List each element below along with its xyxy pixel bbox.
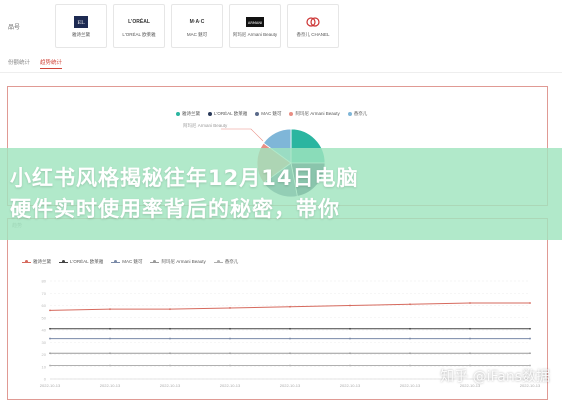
armani-logo-icon: ARMANI xyxy=(246,14,264,30)
y-tick-label: 40 xyxy=(42,328,47,333)
series-point[interactable] xyxy=(349,352,351,355)
x-tick-label: 2022-10-13 xyxy=(160,383,181,388)
y-tick-label: 30 xyxy=(42,340,47,345)
series-point[interactable] xyxy=(229,337,231,340)
series-point[interactable] xyxy=(109,308,111,311)
series-point[interactable] xyxy=(49,327,51,330)
series-point[interactable] xyxy=(409,352,411,355)
series-point[interactable] xyxy=(529,352,531,355)
brand-row: 品号 EL 雅诗兰黛 L'ORÉAL L'ORÉAL 欧莱雅 M·A·C MAC… xyxy=(0,0,562,52)
brand-name: 阿玛尼 Armani Beauty xyxy=(232,32,278,38)
brand-card-chanel[interactable]: 香奈儿 CHANEL xyxy=(287,4,339,48)
headline-line-1: 小红书风格揭秘往年12月14日电脑 xyxy=(10,166,359,190)
series-point[interactable] xyxy=(49,309,51,312)
series-point[interactable] xyxy=(229,327,231,330)
series-point[interactable] xyxy=(289,352,291,355)
headline-line-2: 硬件实时使用率背后的秘密，带你 xyxy=(10,197,340,221)
series-point[interactable] xyxy=(349,364,351,367)
brand-row-label: 品号 xyxy=(8,24,21,31)
series-point[interactable] xyxy=(469,327,471,330)
brand-card-armani[interactable]: ARMANI 阿玛尼 Armani Beauty xyxy=(229,4,281,48)
series-point[interactable] xyxy=(529,302,531,304)
series-point[interactable] xyxy=(529,337,531,340)
series-point[interactable] xyxy=(169,327,171,330)
brand-name: L'ORÉAL 欧莱雅 xyxy=(122,32,156,38)
series-point[interactable] xyxy=(49,352,51,355)
brand-card-estee-lauder[interactable]: EL 雅诗兰黛 xyxy=(55,4,107,48)
y-tick-label: 80 xyxy=(42,279,47,284)
estee-lauder-logo-icon: EL xyxy=(72,14,90,30)
y-tick-label: 60 xyxy=(42,303,47,308)
series-point[interactable] xyxy=(469,352,471,355)
pie-leader-line xyxy=(221,128,264,142)
series-point[interactable] xyxy=(169,364,171,367)
divider xyxy=(0,72,562,73)
series-point[interactable] xyxy=(109,327,111,330)
series-point[interactable] xyxy=(529,327,531,330)
series-point[interactable] xyxy=(49,364,51,367)
svg-text:EL: EL xyxy=(78,20,86,26)
series-point[interactable] xyxy=(289,364,291,367)
x-tick-label: 2022-10-13 xyxy=(400,383,421,388)
series-point[interactable] xyxy=(409,364,411,367)
watermark: 知乎 @iFans数据 xyxy=(440,369,550,385)
series-point[interactable] xyxy=(169,308,171,311)
y-tick-label: 10 xyxy=(42,364,47,369)
series-point[interactable] xyxy=(409,303,411,306)
x-tick-label: 2022-10-13 xyxy=(100,383,121,388)
series-point[interactable] xyxy=(229,364,231,367)
series-point[interactable] xyxy=(289,327,291,330)
series-point[interactable] xyxy=(229,352,231,355)
series-point[interactable] xyxy=(409,337,411,340)
x-tick-label: 2022-10-13 xyxy=(220,383,241,388)
x-tick-label: 2022-10-13 xyxy=(40,383,61,388)
svg-text:ARMANI: ARMANI xyxy=(248,21,262,25)
y-tick-label: 50 xyxy=(42,315,47,320)
series-point[interactable] xyxy=(469,302,471,304)
x-tick-label: 2022-10-13 xyxy=(340,383,361,388)
pie-slice-label: 阿玛尼 Armani Beauty xyxy=(183,122,228,129)
series-point[interactable] xyxy=(109,337,111,340)
y-tick-label: 0 xyxy=(44,377,47,382)
brand-name: 香奈儿 CHANEL xyxy=(296,32,330,38)
series-point[interactable] xyxy=(109,364,111,367)
y-tick-label: 20 xyxy=(42,352,47,357)
tab-bar: 份额统计 趋势统计 xyxy=(8,58,63,69)
x-tick-label: 2022-10-13 xyxy=(280,383,301,388)
loreal-logo-icon: L'ORÉAL xyxy=(128,19,150,26)
tab-share-stats[interactable]: 份额统计 xyxy=(8,58,30,69)
series-point[interactable] xyxy=(109,352,111,355)
brand-card-mac[interactable]: M·A·C MAC 魅可 xyxy=(171,4,223,48)
series-point[interactable] xyxy=(349,327,351,330)
brand-card-loreal[interactable]: L'ORÉAL L'ORÉAL 欧莱雅 xyxy=(113,4,165,48)
series-point[interactable] xyxy=(409,327,411,330)
brand-name: 雅诗兰黛 xyxy=(72,32,90,38)
series-point[interactable] xyxy=(349,304,351,307)
series-point[interactable] xyxy=(49,337,51,340)
series-point[interactable] xyxy=(469,337,471,340)
series-point[interactable] xyxy=(169,337,171,340)
series-point[interactable] xyxy=(169,352,171,355)
series-point[interactable] xyxy=(289,337,291,340)
chanel-logo-icon xyxy=(304,14,322,30)
mac-logo-icon: M·A·C xyxy=(189,19,205,26)
series-point[interactable] xyxy=(349,337,351,340)
series-point[interactable] xyxy=(229,307,231,309)
series-point[interactable] xyxy=(289,305,291,308)
y-tick-label: 70 xyxy=(42,291,47,296)
headline-banner: 小红书风格揭秘往年12月14日电脑 硬件实时使用率背后的秘密，带你 xyxy=(0,148,562,240)
tab-trend-stats[interactable]: 趋势统计 xyxy=(40,58,63,69)
brand-name: MAC 魅可 xyxy=(186,32,208,38)
